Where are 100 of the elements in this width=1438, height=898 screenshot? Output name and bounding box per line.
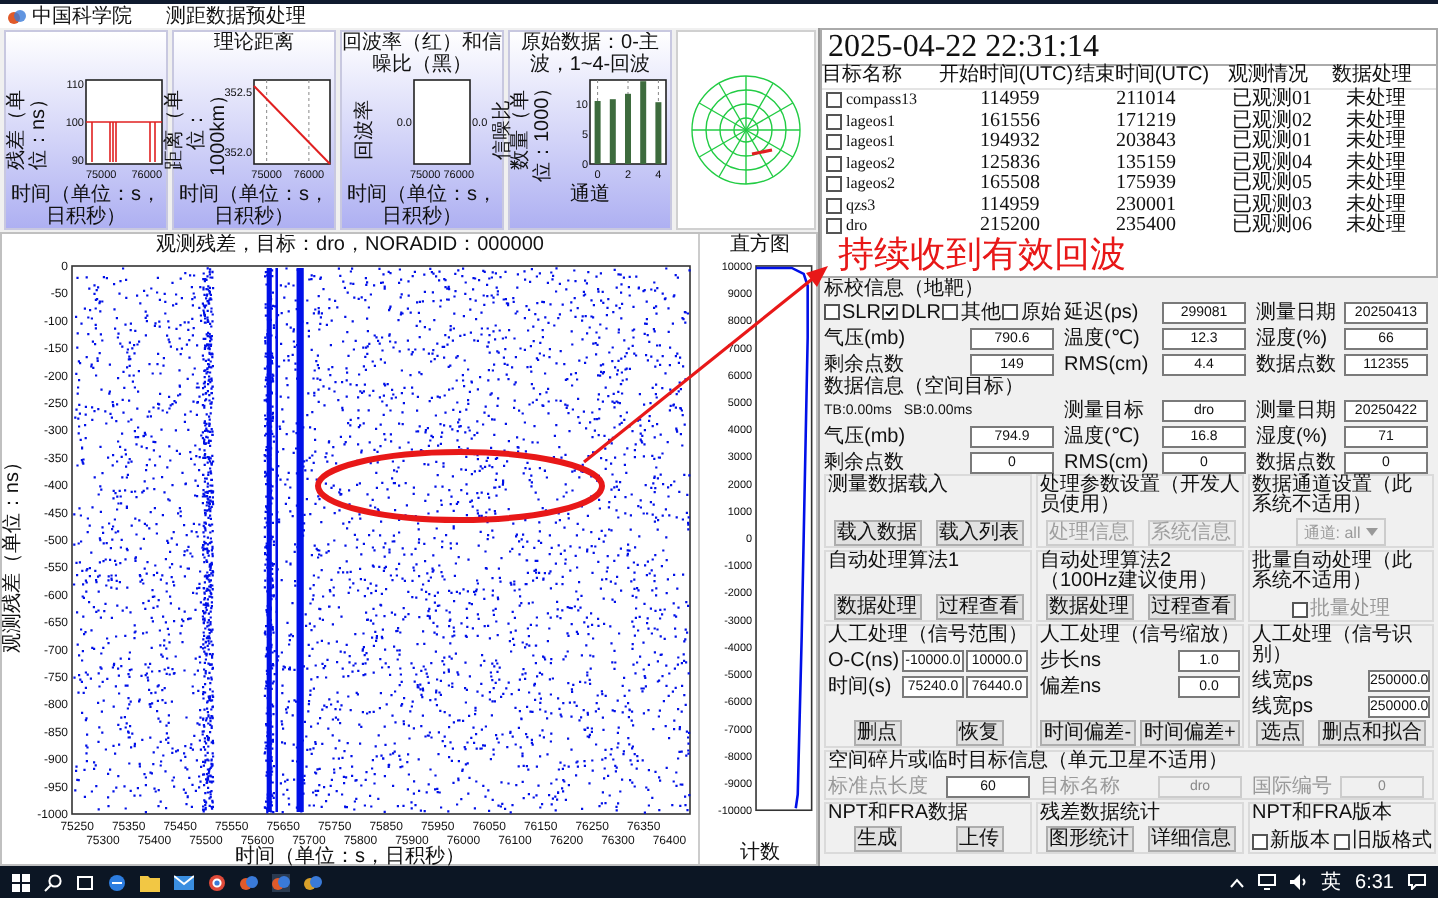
table-cell: compass13 bbox=[846, 90, 918, 111]
action-button[interactable]: 恢复 bbox=[955, 720, 1003, 746]
app-icon[interactable] bbox=[304, 873, 322, 891]
checkbox[interactable] bbox=[826, 176, 842, 193]
axis-label: 通道 bbox=[570, 184, 610, 206]
column-header: 结束时间(UTC) bbox=[1074, 66, 1210, 88]
checkbox[interactable]: DLR bbox=[882, 301, 941, 323]
column-header: 开始时间(UTC) bbox=[938, 66, 1074, 88]
table-cell-text: 135159 bbox=[1114, 153, 1178, 174]
checkbox[interactable]: 原始 bbox=[1002, 301, 1061, 323]
field-label: 线宽ps bbox=[1252, 669, 1314, 691]
checkbox[interactable]: SLR bbox=[824, 301, 881, 323]
group-title: NPT和FRA数据 bbox=[828, 804, 970, 824]
folder-icon[interactable] bbox=[140, 873, 160, 891]
app-icon bbox=[8, 7, 26, 25]
globe-icon[interactable] bbox=[208, 873, 226, 891]
caret-icon[interactable] bbox=[1229, 877, 1244, 887]
table-cell-text: 未处理 bbox=[1344, 90, 1408, 110]
action-button[interactable]: 选点 bbox=[1256, 720, 1305, 746]
bar bbox=[655, 102, 662, 164]
field-label: 线宽ps bbox=[1252, 695, 1314, 717]
field-label: 测量目标 bbox=[1064, 399, 1144, 421]
action-button[interactable]: 载入数据 bbox=[833, 520, 921, 546]
axis-label: 时间（单位：s，日积秒） bbox=[235, 846, 465, 868]
app-icon[interactable] bbox=[240, 873, 258, 891]
field-label: 温度(℃) bbox=[1064, 327, 1140, 349]
table-cell-text: 230001 bbox=[1114, 195, 1178, 216]
action-button[interactable]: 上传 bbox=[955, 826, 1003, 852]
checkbox[interactable]: 新版本 bbox=[1252, 830, 1330, 852]
field-label: 温度(℃) bbox=[1064, 425, 1140, 447]
volume-icon[interactable] bbox=[1289, 874, 1308, 890]
group-title: 人工处理（信号识别） bbox=[1252, 626, 1414, 666]
group-title: 自动处理算法2（100Hz建议使用） bbox=[1040, 552, 1220, 592]
action-button[interactable]: 详细信息 bbox=[1147, 826, 1235, 852]
residual-trace-drawing bbox=[85, 121, 163, 163]
group-title: 自动处理算法1 bbox=[828, 552, 962, 572]
table-cell-text: 114959 bbox=[978, 90, 1042, 111]
action-button[interactable]: 载入列表 bbox=[935, 520, 1023, 546]
app-icon[interactable] bbox=[272, 873, 290, 891]
checkbox[interactable] bbox=[826, 113, 842, 130]
section-title: 标校信息（地靶） bbox=[824, 278, 986, 300]
field-label: 测量日期 bbox=[1256, 301, 1336, 323]
table-cell-text: 未处理 bbox=[1344, 195, 1408, 215]
group-title: 处理参数设置（开发人员使用） bbox=[1040, 476, 1240, 516]
field-label: 气压(mb) bbox=[824, 327, 906, 349]
table-cell-text: 未处理 bbox=[1344, 153, 1408, 173]
checkmark-icon bbox=[884, 306, 897, 318]
axis-label: 时间（单位：s，日积秒） bbox=[11, 184, 161, 228]
group-title: 残差数据统计 bbox=[1040, 804, 1162, 824]
field-label: RMS(cm) bbox=[1064, 353, 1149, 375]
action-button[interactable]: 数据处理 bbox=[1045, 594, 1133, 620]
chart-title: 直方图 bbox=[730, 234, 790, 256]
checkbox[interactable] bbox=[826, 155, 842, 172]
action-button[interactable]: 过程查看 bbox=[1147, 594, 1235, 620]
notification-icon[interactable] bbox=[1408, 874, 1426, 890]
action-button[interactable]: 时间偏差- bbox=[1040, 720, 1136, 746]
table-cell: lageos2 bbox=[846, 174, 895, 195]
table-cell-text: 165508 bbox=[978, 174, 1042, 195]
action-button[interactable]: 过程查看 bbox=[935, 594, 1023, 620]
table-cell-text: 175939 bbox=[1114, 174, 1178, 195]
table-cell-text: 已观测04 bbox=[1230, 153, 1314, 173]
datetime-display: 2025-04-22 22:31:14 bbox=[820, 28, 1438, 66]
windows-logo-icon[interactable] bbox=[12, 873, 30, 891]
table-cell-text: 已观测01 bbox=[1230, 132, 1314, 152]
action-button[interactable]: 删点和拟合 bbox=[1317, 720, 1426, 746]
bar bbox=[609, 99, 616, 164]
table-cell-text: 未处理 bbox=[1344, 174, 1408, 194]
table-cell-text: 125836 bbox=[978, 153, 1042, 174]
bar bbox=[640, 81, 647, 164]
search-icon[interactable] bbox=[44, 873, 62, 891]
action-button[interactable]: 数据处理 bbox=[833, 594, 921, 620]
axis-label: 观测残差（单位：ns） bbox=[2, 452, 24, 654]
table-cell-text: 未处理 bbox=[1344, 111, 1408, 131]
field-label: 气压(mb) bbox=[824, 425, 906, 447]
task-view-icon[interactable] bbox=[76, 873, 94, 891]
checkbox[interactable]: 旧版格式 bbox=[1334, 830, 1432, 852]
action-button[interactable]: 删点 bbox=[853, 720, 901, 746]
table-cell-text: 194932 bbox=[978, 132, 1042, 153]
action-button[interactable]: 图形统计 bbox=[1045, 826, 1133, 852]
field-label: 目标名称 bbox=[1040, 775, 1120, 797]
checkbox[interactable] bbox=[826, 134, 842, 151]
table-cell: lageos1 bbox=[846, 132, 895, 153]
table-cell-text: 171219 bbox=[1114, 111, 1178, 132]
axis-label: 数量（单位：1000） bbox=[510, 76, 554, 184]
checkbox[interactable]: 其他 bbox=[942, 301, 1001, 323]
table-cell-text: 161556 bbox=[978, 111, 1042, 132]
action-button[interactable]: 时间偏差+ bbox=[1139, 720, 1240, 746]
field-label: 剩余点数 bbox=[824, 451, 904, 473]
mail-icon[interactable] bbox=[174, 873, 194, 891]
action-button[interactable]: 生成 bbox=[853, 826, 901, 852]
field-label: 延迟(ps) bbox=[1064, 301, 1139, 323]
clock[interactable]: 6:31 bbox=[1355, 871, 1394, 893]
column-header: 目标名称 bbox=[822, 66, 904, 88]
input-method-indicator[interactable]: 英 bbox=[1321, 871, 1342, 893]
checkbox[interactable] bbox=[826, 197, 842, 214]
checkbox[interactable] bbox=[826, 218, 842, 235]
table-cell-text: 已观测05 bbox=[1230, 174, 1314, 194]
field-label: 测量日期 bbox=[1256, 399, 1336, 421]
checkbox[interactable] bbox=[826, 92, 842, 109]
group-title: 人工处理（信号缩放） bbox=[1040, 626, 1240, 646]
